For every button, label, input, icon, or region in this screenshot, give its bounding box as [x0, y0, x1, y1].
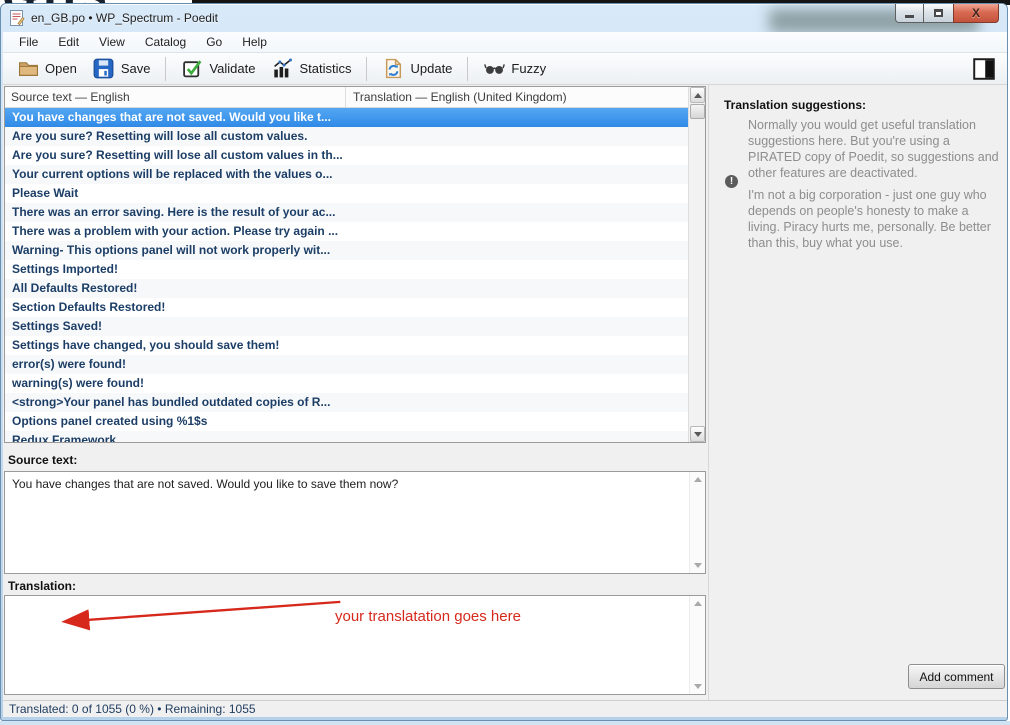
translation-scroll-rail[interactable] [689, 596, 705, 694]
sidebar-toggle-icon[interactable] [973, 58, 995, 80]
toolbar-update-button[interactable]: Update [374, 55, 460, 83]
list-item[interactable]: Please Wait [5, 184, 688, 203]
main-panel: Source text — English Translation — Engl… [3, 85, 708, 700]
list-item[interactable]: There was a problem with your action. Pl… [5, 222, 688, 241]
list-item[interactable]: warning(s) were found! [5, 374, 688, 393]
toolbar: Open Save Validate Statistics Update Fuzzy [3, 53, 1007, 85]
list-item[interactable]: Warning- This options panel will not wor… [5, 241, 688, 260]
column-header-source[interactable]: Source text — English [5, 87, 346, 107]
status-bar: Translated: 0 of 1055 (0 %) • Remaining:… [3, 700, 1007, 717]
statistics-chart-icon [271, 58, 293, 80]
menu-item-view[interactable]: View [89, 33, 135, 51]
toolbar-validate-button[interactable]: Validate [173, 55, 263, 83]
entries-list: Source text — English Translation — Engl… [4, 86, 706, 443]
menu-item-edit[interactable]: Edit [48, 33, 89, 51]
toolbar-statistics-button[interactable]: Statistics [263, 55, 359, 83]
suggestions-sidebar: Translation suggestions: Normally you wo… [708, 85, 1007, 700]
list-item[interactable]: Your current options will be replaced wi… [5, 165, 688, 184]
scroll-down-icon[interactable] [694, 684, 702, 689]
scrollbar-thumb[interactable] [690, 104, 705, 119]
menu-item-help[interactable]: Help [232, 33, 277, 51]
scroll-up-icon[interactable] [694, 601, 702, 606]
toolbar-button-label: Validate [209, 61, 255, 76]
source-text-content: You have changes that are not saved. Wou… [12, 477, 681, 491]
toolbar-separator [467, 57, 468, 81]
column-header-translation[interactable]: Translation — English (United Kingdom) [346, 87, 688, 107]
toolbar-button-label: Save [121, 61, 151, 76]
pirated-notice-text: Normally you would get useful translatio… [748, 117, 1004, 181]
background-bottom-sliver [0, 721, 1010, 725]
scroll-up-icon[interactable] [694, 477, 702, 482]
toolbar-button-label: Update [410, 61, 452, 76]
list-item[interactable]: Are you sure? Resetting will lose all cu… [5, 127, 688, 146]
annotation-text: your translatation goes here [335, 608, 521, 625]
titlebar[interactable]: en_GB.po • WP_Spectrum - Poedit X [1, 4, 1007, 32]
menu-item-file[interactable]: File [9, 33, 48, 51]
window-title: en_GB.po • WP_Spectrum - Poedit [31, 11, 218, 25]
list-header: Source text — English Translation — Engl… [5, 87, 688, 108]
toolbar-button-label: Open [45, 61, 77, 76]
translation-label: Translation: [8, 579, 76, 593]
update-refresh-icon [382, 58, 404, 80]
piracy-message-text: I'm not a big corporation - just one guy… [748, 187, 1004, 251]
list-rows: You have changes that are not saved. Wou… [5, 108, 688, 442]
source-scroll-rail[interactable] [689, 472, 705, 573]
toolbar-open-button[interactable]: Open [9, 55, 85, 83]
suggestions-heading: Translation suggestions: [724, 98, 866, 112]
open-folder-icon [17, 58, 39, 80]
scroll-down-icon[interactable] [690, 426, 705, 442]
toolbar-separator [366, 57, 367, 81]
menu-bar: FileEditViewCatalogGoHelp [3, 32, 1007, 53]
validate-check-icon [181, 58, 203, 80]
scroll-up-icon[interactable] [690, 87, 705, 103]
poedit-window: en_GB.po • WP_Spectrum - Poedit X FileEd… [0, 3, 1008, 721]
menu-item-catalog[interactable]: Catalog [135, 33, 196, 51]
list-item[interactable]: There was an error saving. Here is the r… [5, 203, 688, 222]
list-item[interactable]: Are you sure? Resetting will lose all cu… [5, 146, 688, 165]
toolbar-fuzzy-button[interactable]: Fuzzy [475, 55, 554, 83]
list-item[interactable]: Settings have changed, you should save t… [5, 336, 688, 355]
list-item[interactable]: <strong>Your panel has bundled outdated … [5, 393, 688, 412]
poedit-document-icon [9, 10, 25, 26]
list-item[interactable]: Settings Saved! [5, 317, 688, 336]
toolbar-button-label: Statistics [299, 61, 351, 76]
source-text-label: Source text: [8, 453, 77, 467]
translation-input[interactable]: your translatation goes here [4, 595, 706, 695]
maximize-button[interactable] [924, 4, 953, 23]
list-item[interactable]: error(s) were found! [5, 355, 688, 374]
add-comment-button[interactable]: Add comment [908, 664, 1005, 689]
toolbar-separator [165, 57, 166, 81]
fuzzy-glasses-icon [483, 58, 505, 80]
scroll-down-icon[interactable] [694, 563, 702, 568]
list-item[interactable]: Section Defaults Restored! [5, 298, 688, 317]
list-item[interactable]: You have changes that are not saved. Wou… [5, 108, 688, 127]
save-floppy-icon [93, 58, 115, 80]
exclamation-circle-icon: ! [725, 175, 738, 188]
list-item[interactable]: Settings Imported! [5, 260, 688, 279]
client-area: FileEditViewCatalogGoHelp Open Save Valida… [3, 32, 1007, 717]
toolbar-button-label: Fuzzy [511, 61, 546, 76]
close-button[interactable]: X [953, 4, 999, 23]
window-controls: X [895, 4, 999, 23]
list-item[interactable]: All Defaults Restored! [5, 279, 688, 298]
minimize-button[interactable] [895, 4, 924, 23]
content-area: Source text — English Translation — Engl… [3, 85, 1007, 700]
list-scrollbar[interactable] [688, 87, 705, 442]
list-item[interactable]: Options panel created using %1$s [5, 412, 688, 431]
menu-item-go[interactable]: Go [196, 33, 232, 51]
source-text-area[interactable]: You have changes that are not saved. Wou… [4, 471, 706, 574]
toolbar-save-button[interactable]: Save [85, 55, 159, 83]
list-item[interactable]: Redux Framework [5, 431, 688, 442]
